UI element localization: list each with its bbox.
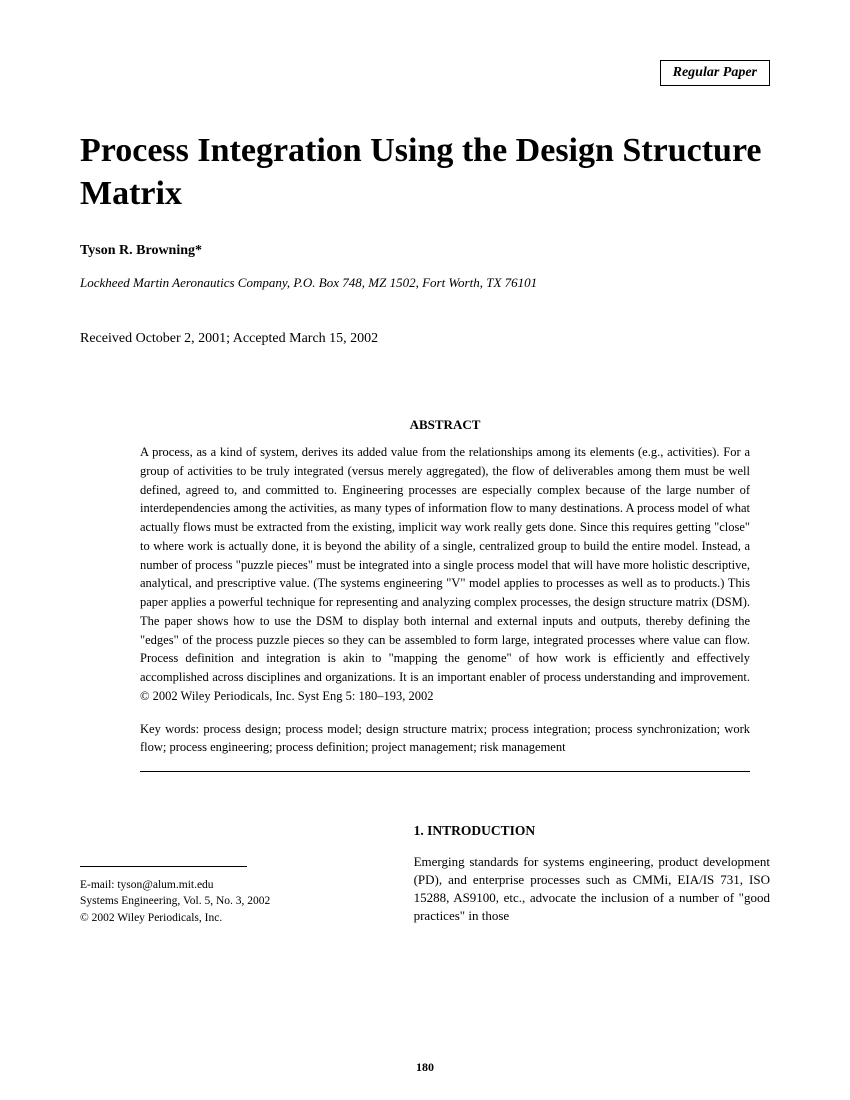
submission-dates: Received October 2, 2001; Accepted March… xyxy=(80,331,770,347)
footnote-rule xyxy=(80,866,247,867)
body-columns: E-mail: tyson@alum.mit.edu Systems Engin… xyxy=(80,822,770,926)
author-name: Tyson R. Browning* xyxy=(80,243,770,259)
copyright-notice: © 2002 Wiley Periodicals, Inc. xyxy=(80,910,384,926)
abstract-block: ABSTRACT A process, as a kind of system,… xyxy=(140,417,750,772)
divider-rule xyxy=(140,771,750,772)
keywords: Key words: process design; process model… xyxy=(140,720,750,758)
paper-type-badge: Regular Paper xyxy=(660,60,770,86)
intro-body-text: Emerging standards for systems engineeri… xyxy=(414,853,770,926)
abstract-heading: ABSTRACT xyxy=(140,417,750,433)
page-number: 180 xyxy=(0,1060,850,1075)
journal-citation: Systems Engineering, Vol. 5, No. 3, 2002 xyxy=(80,893,384,909)
contact-email: E-mail: tyson@alum.mit.edu xyxy=(80,877,384,893)
footer-info-column: E-mail: tyson@alum.mit.edu Systems Engin… xyxy=(80,822,384,926)
author-affiliation: Lockheed Martin Aeronautics Company, P.O… xyxy=(80,275,770,291)
paper-title: Process Integration Using the Design Str… xyxy=(80,130,770,215)
intro-column: 1. INTRODUCTION Emerging standards for s… xyxy=(414,822,770,926)
abstract-text: A process, as a kind of system, derives … xyxy=(140,443,750,706)
section-heading-introduction: 1. INTRODUCTION xyxy=(414,822,770,841)
